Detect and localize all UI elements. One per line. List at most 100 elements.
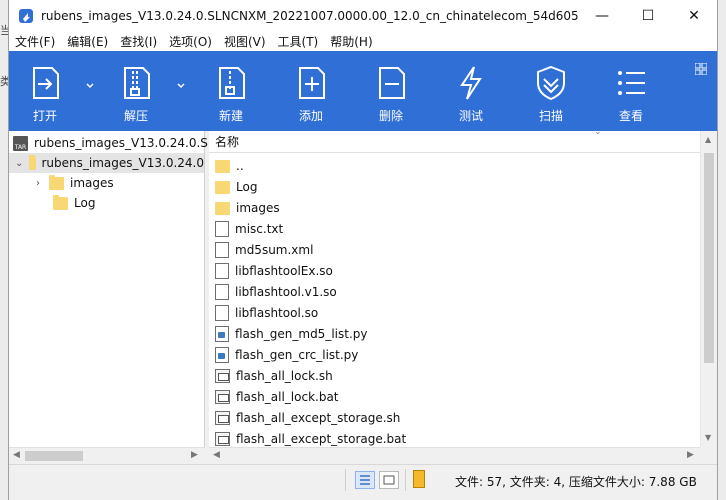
file-name: Log	[236, 179, 258, 194]
test-icon	[460, 66, 482, 100]
divider	[405, 469, 406, 491]
list-item[interactable]: md5sum.xml	[215, 239, 313, 260]
list-item[interactable]: flash_gen_md5_list.py	[215, 323, 367, 344]
extract-button[interactable]: 解压	[106, 65, 166, 127]
chevron-right-icon[interactable]: ›	[33, 178, 43, 189]
vertical-scroll-thumb[interactable]	[704, 153, 714, 363]
delete-icon	[379, 67, 405, 99]
file-name: misc.txt	[235, 221, 284, 236]
list-item[interactable]: libflashtoolEx.so	[215, 260, 333, 281]
python-file-icon	[215, 325, 229, 342]
add-label: 添加	[298, 109, 323, 123]
folder-tree: TAR rubens_images_V13.0.24.0.SLN ⌄ ruben…	[9, 131, 224, 447]
list-item[interactable]: ..	[215, 155, 244, 176]
document-icon	[215, 241, 229, 258]
extract-icon	[124, 67, 150, 99]
divider	[345, 469, 346, 491]
scroll-left-icon[interactable]: ◀	[13, 450, 20, 460]
minimize-button[interactable]: —	[579, 0, 625, 31]
column-header-name[interactable]: 名称	[209, 131, 700, 153]
scan-button[interactable]: 扫描	[521, 65, 581, 127]
menu-view[interactable]: 视图(V)	[224, 33, 266, 50]
tree-item-label: images	[70, 176, 114, 190]
tree-item-label: Log	[74, 196, 96, 210]
document-icon	[215, 262, 229, 279]
list-horizontal-scrollbar[interactable]: ◀ ▶	[209, 447, 700, 464]
script-file-icon	[215, 368, 230, 383]
status-summary: 文件: 57, 文件夹: 4, 压缩文件大小: 7.88 GB	[455, 475, 697, 489]
menu-file[interactable]: 文件(F)	[15, 33, 55, 50]
column-name-label: 名称	[215, 135, 240, 149]
list-item[interactable]: images	[215, 197, 280, 218]
list-item[interactable]: flash_gen_crc_list.py	[215, 344, 358, 365]
background-window-edge-right	[718, 0, 726, 500]
list-item[interactable]: misc.txt	[215, 218, 283, 239]
view-button[interactable]: 查看	[601, 65, 661, 127]
new-archive-icon	[219, 67, 245, 99]
menu-tools[interactable]: 工具(T)	[278, 33, 319, 50]
delete-button[interactable]: 删除	[361, 65, 421, 127]
details-view-button[interactable]	[355, 471, 375, 489]
tree-item-selected[interactable]: ⌄ rubens_images_V13.0.24.0	[9, 153, 204, 173]
scroll-right-icon[interactable]: ▶	[191, 450, 198, 460]
file-name: flash_gen_crc_list.py	[235, 347, 359, 362]
folder-icon	[53, 194, 68, 210]
close-button[interactable]: ✕	[671, 0, 717, 31]
test-button[interactable]: 测试	[441, 65, 501, 127]
horizontal-scroll-thumb[interactable]	[25, 451, 83, 461]
file-name: libflashtoolEx.so	[235, 263, 333, 278]
scroll-down-icon[interactable]: ▼	[705, 433, 711, 442]
add-button[interactable]: 添加	[281, 65, 341, 127]
scroll-left-icon[interactable]: ◀	[213, 450, 220, 460]
open-button[interactable]: 打开	[15, 65, 75, 127]
file-name: md5sum.xml	[235, 242, 314, 257]
tree-horizontal-scrollbar[interactable]: ◀ ▶	[9, 447, 205, 464]
scan-icon	[537, 65, 565, 101]
list-item[interactable]: flash_all_lock.bat	[215, 386, 339, 407]
file-name: images	[236, 200, 280, 215]
script-file-icon	[215, 389, 230, 404]
list-item[interactable]: libflashtool.so	[215, 302, 318, 323]
menu-options[interactable]: 选项(O)	[169, 33, 212, 50]
menu-find[interactable]: 查找(I)	[120, 33, 157, 50]
folder-icon	[49, 174, 64, 190]
chevron-down-icon[interactable]	[176, 81, 186, 91]
menu-help[interactable]: 帮助(H)	[330, 33, 372, 50]
maximize-button[interactable]: ☐	[625, 0, 671, 31]
file-name: libflashtool.v1.so	[235, 284, 337, 299]
document-icon	[215, 283, 229, 300]
test-label: 测试	[458, 109, 483, 123]
list-item[interactable]: libflashtool.v1.so	[215, 281, 337, 302]
chevron-down-icon[interactable]: ⌄	[15, 158, 23, 169]
file-name: ..	[236, 158, 244, 173]
menu-bar: 文件(F) 编辑(E) 查找(I) 选项(O) 视图(V) 工具(T) 帮助(H…	[9, 31, 717, 51]
layout-grid-icon[interactable]	[695, 63, 707, 75]
tree-root-label: rubens_images_V13.0.24.0.SLN	[34, 136, 224, 150]
title-bar[interactable]: rubens_images_V13.0.24.0.SLNCNXM_2022100…	[9, 0, 717, 31]
scroll-up-icon[interactable]: ▲	[705, 135, 711, 144]
scroll-right-icon[interactable]: ▶	[687, 450, 694, 460]
folder-icon	[215, 202, 230, 215]
scan-label: 扫描	[538, 109, 563, 123]
list-item[interactable]: flash_all_except_storage.sh	[215, 407, 400, 428]
background-window-edge-left: 当 类	[0, 0, 11, 500]
new-archive-label: 新建	[218, 109, 243, 123]
tree-item-log[interactable]: Log	[9, 193, 95, 213]
toolbar: 打开 解压 新建 添加 删除 测试 扫描 查看	[9, 51, 717, 131]
thumbnail-view-button[interactable]	[379, 471, 399, 489]
app-logo-icon	[19, 8, 33, 23]
list-item[interactable]: flash_all_lock.sh	[215, 365, 333, 386]
chevron-down-icon[interactable]	[85, 81, 95, 91]
menu-edit[interactable]: 编辑(E)	[67, 33, 108, 50]
list-item[interactable]: flash_all_except_storage.bat	[215, 428, 406, 449]
tree-root[interactable]: TAR rubens_images_V13.0.24.0.SLN	[9, 133, 224, 153]
document-icon	[215, 304, 229, 321]
vertical-scrollbar[interactable]: ▲ ▼	[700, 131, 717, 447]
open-icon	[33, 67, 59, 99]
new-archive-button[interactable]: 新建	[201, 65, 261, 127]
delete-label: 删除	[378, 109, 403, 123]
list-view-icon	[360, 475, 370, 485]
file-name: flash_all_except_storage.bat	[236, 431, 407, 446]
tree-item-images[interactable]: › images	[9, 173, 114, 193]
list-item[interactable]: Log	[215, 176, 257, 197]
